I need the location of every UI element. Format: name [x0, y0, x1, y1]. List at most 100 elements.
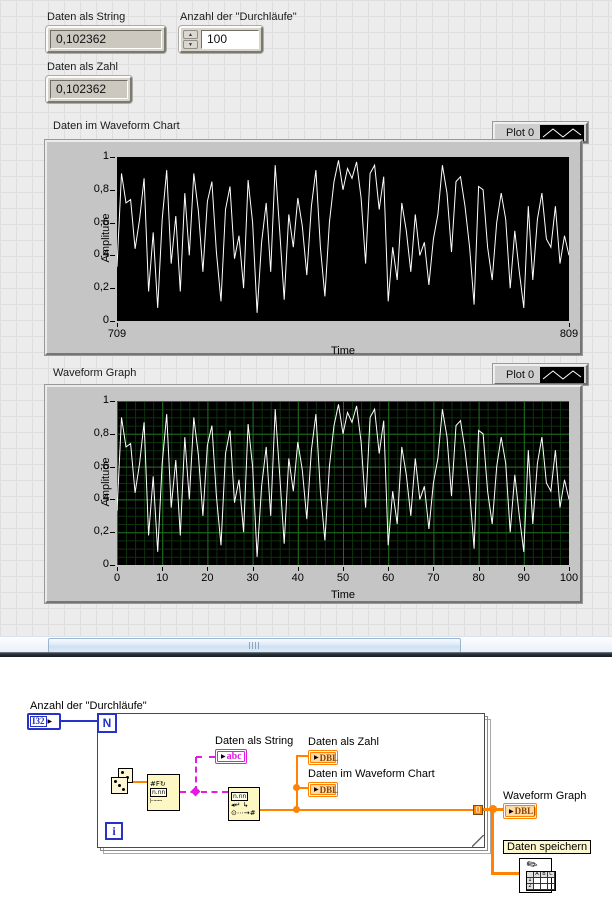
number-indicator-value: 0,102362	[50, 80, 128, 99]
x-tick-mark	[297, 567, 299, 571]
waveform-chart-panel: Amplitude Time 0 0,2 0,4 0,6 0,8 1 709 809	[45, 140, 582, 357]
waveform-graph-plot[interactable]	[117, 401, 569, 565]
number-to-string-function[interactable]: #F↻ n.nn ⊦┄┄	[147, 774, 180, 811]
x-tick-label: 0	[113, 572, 121, 584]
x-tick-label: 20	[201, 572, 214, 584]
y-tick-mark	[110, 532, 115, 534]
x-tick-label: 809	[559, 328, 579, 340]
terminal-arrow-icon: ▶	[314, 787, 319, 793]
string-wire[interactable]	[196, 756, 215, 758]
x-tick-mark	[162, 567, 164, 571]
y-tick-mark	[110, 401, 115, 402]
x-tick-mark	[388, 567, 390, 571]
dbl-type-icon: DBL	[514, 806, 534, 816]
chart-terminal[interactable]: ▶ DBL	[308, 782, 338, 797]
string-terminal[interactable]: ▶ abc	[215, 749, 247, 764]
y-tick-mark	[110, 321, 115, 322]
y-tick-label: 0,8	[93, 426, 109, 439]
save-data-label[interactable]: Daten speichern	[503, 840, 592, 854]
count-value[interactable]: 100	[201, 30, 259, 49]
x-axis-label: Time	[330, 589, 356, 601]
array-bracket-icon: ]	[533, 806, 537, 816]
x-tick-label: 10	[156, 572, 169, 584]
chart-terminal-label: Daten im Waveform Chart	[308, 768, 435, 780]
fn-glyph: ⊦┄┄	[150, 797, 163, 805]
x-tick-label: 90	[517, 572, 530, 584]
array-wire[interactable]	[491, 810, 494, 875]
y-tick-mark	[110, 189, 115, 191]
random-number-icon[interactable]	[111, 768, 134, 795]
array-wire[interactable]	[491, 872, 519, 875]
dbl-type-icon: DBL	[319, 784, 339, 795]
plot-legend-label: Plot 0	[506, 368, 535, 381]
string-indicator[interactable]: 0,102362	[46, 26, 166, 53]
waveform-chart-title: Daten im Waveform Chart	[53, 120, 180, 132]
scrollbar-thumb[interactable]	[48, 638, 461, 653]
terminal-arrow-icon: ▶	[221, 754, 226, 760]
number-indicator[interactable]: 0,102362	[46, 76, 132, 103]
x-tick-mark	[478, 567, 480, 571]
y-tick-label: 0	[102, 558, 109, 570]
loop-count-terminal[interactable]: I32 ▶	[27, 713, 61, 730]
x-tick-label: 709	[107, 328, 127, 340]
write-spreadsheet-file-icon[interactable]: ✎ A B C 1 2	[519, 855, 556, 893]
i32-wire[interactable]	[61, 720, 97, 722]
x-tick-mark	[343, 567, 344, 571]
x-tick-mark	[207, 567, 209, 571]
decrement-button[interactable]: ▼	[183, 40, 198, 49]
fn-glyph: #F↻	[150, 780, 166, 788]
number-terminal[interactable]: ▶ DBL	[308, 750, 338, 765]
indexing-tunnel[interactable]: []	[473, 805, 483, 815]
x-tick-label: 100	[559, 572, 579, 584]
loop-resize-handle[interactable]	[472, 835, 484, 847]
loop-count-N-terminal[interactable]: N	[97, 713, 117, 733]
y-tick-label: 1	[102, 394, 109, 406]
dice-wire[interactable]	[133, 781, 147, 783]
plot-line-swatch-icon	[540, 366, 584, 383]
wire-junction[interactable]	[293, 806, 300, 813]
waveform-graph-legend[interactable]: Plot 0	[493, 364, 588, 385]
dbl-wire[interactable]	[296, 755, 308, 757]
y-tick-label: 0,8	[93, 182, 109, 195]
x-tick-mark	[569, 567, 570, 571]
count-control[interactable]: ▲ ▼ 100	[179, 26, 263, 53]
graph-terminal[interactable]: ▶ DBL ]	[503, 803, 537, 819]
count-spinner[interactable]: ▲ ▼	[183, 30, 198, 49]
graph-terminal-label: Waveform Graph	[503, 790, 587, 802]
die-front	[111, 777, 128, 794]
string-to-number-function[interactable]: n.nn ◂↵ ↳ ⊙⋯→#	[228, 787, 260, 821]
y-tick-label: 1	[102, 150, 109, 162]
x-tick-mark	[252, 567, 254, 571]
horizontal-scrollbar[interactable]	[0, 636, 612, 653]
waveform-chart-plot[interactable]	[117, 157, 569, 321]
fn-glyph: ⊙⋯→#	[231, 808, 256, 817]
fn-glyph: n.nn	[231, 791, 249, 801]
spreadsheet-table-icon: A B C 1 2	[526, 871, 556, 891]
waveform-graph-title: Waveform Graph	[53, 367, 137, 379]
dbl-wire[interactable]	[296, 755, 298, 811]
waveform-graph-panel: Amplitude Time 0 0,2 0,4 0,6 0,8 1 0 10 20 30 40 50…	[45, 385, 582, 603]
y-tick-label: 0,2	[93, 281, 109, 294]
y-axis-label: Amplitude	[100, 457, 112, 507]
string-wire[interactable]	[180, 791, 228, 793]
front-panel: Daten als String 0,102362 Anzahl der "Du…	[0, 0, 612, 653]
fn-glyph: ◂↵ ↳	[231, 800, 249, 809]
block-diagram: Anzahl der "Durchläufe" I32 ▶ N i #F↻ n.…	[0, 657, 612, 901]
x-tick-mark	[433, 567, 435, 571]
y-tick-mark	[110, 433, 115, 435]
increment-button[interactable]: ▲	[183, 30, 198, 39]
string-terminal-label: Daten als String	[215, 735, 294, 747]
x-axis-label: Time	[330, 345, 356, 357]
iteration-terminal[interactable]: i	[105, 822, 123, 840]
string-indicator-label: Daten als String	[47, 11, 126, 23]
wire-junction[interactable]	[293, 784, 300, 791]
number-indicator-label: Daten als Zahl	[47, 61, 118, 73]
fn-glyph: n.nn	[150, 788, 168, 797]
terminal-arrow-icon: ▶	[509, 808, 514, 815]
y-axis-label: Amplitude	[100, 213, 112, 263]
y-tick-mark	[110, 565, 115, 566]
waveform-chart: Daten im Waveform Chart Plot 0 Amplitude…	[45, 118, 590, 358]
y-tick-label: 0,2	[93, 525, 109, 538]
plot-legend-label: Plot 0	[506, 126, 535, 139]
x-tick-label: 40	[291, 572, 304, 584]
